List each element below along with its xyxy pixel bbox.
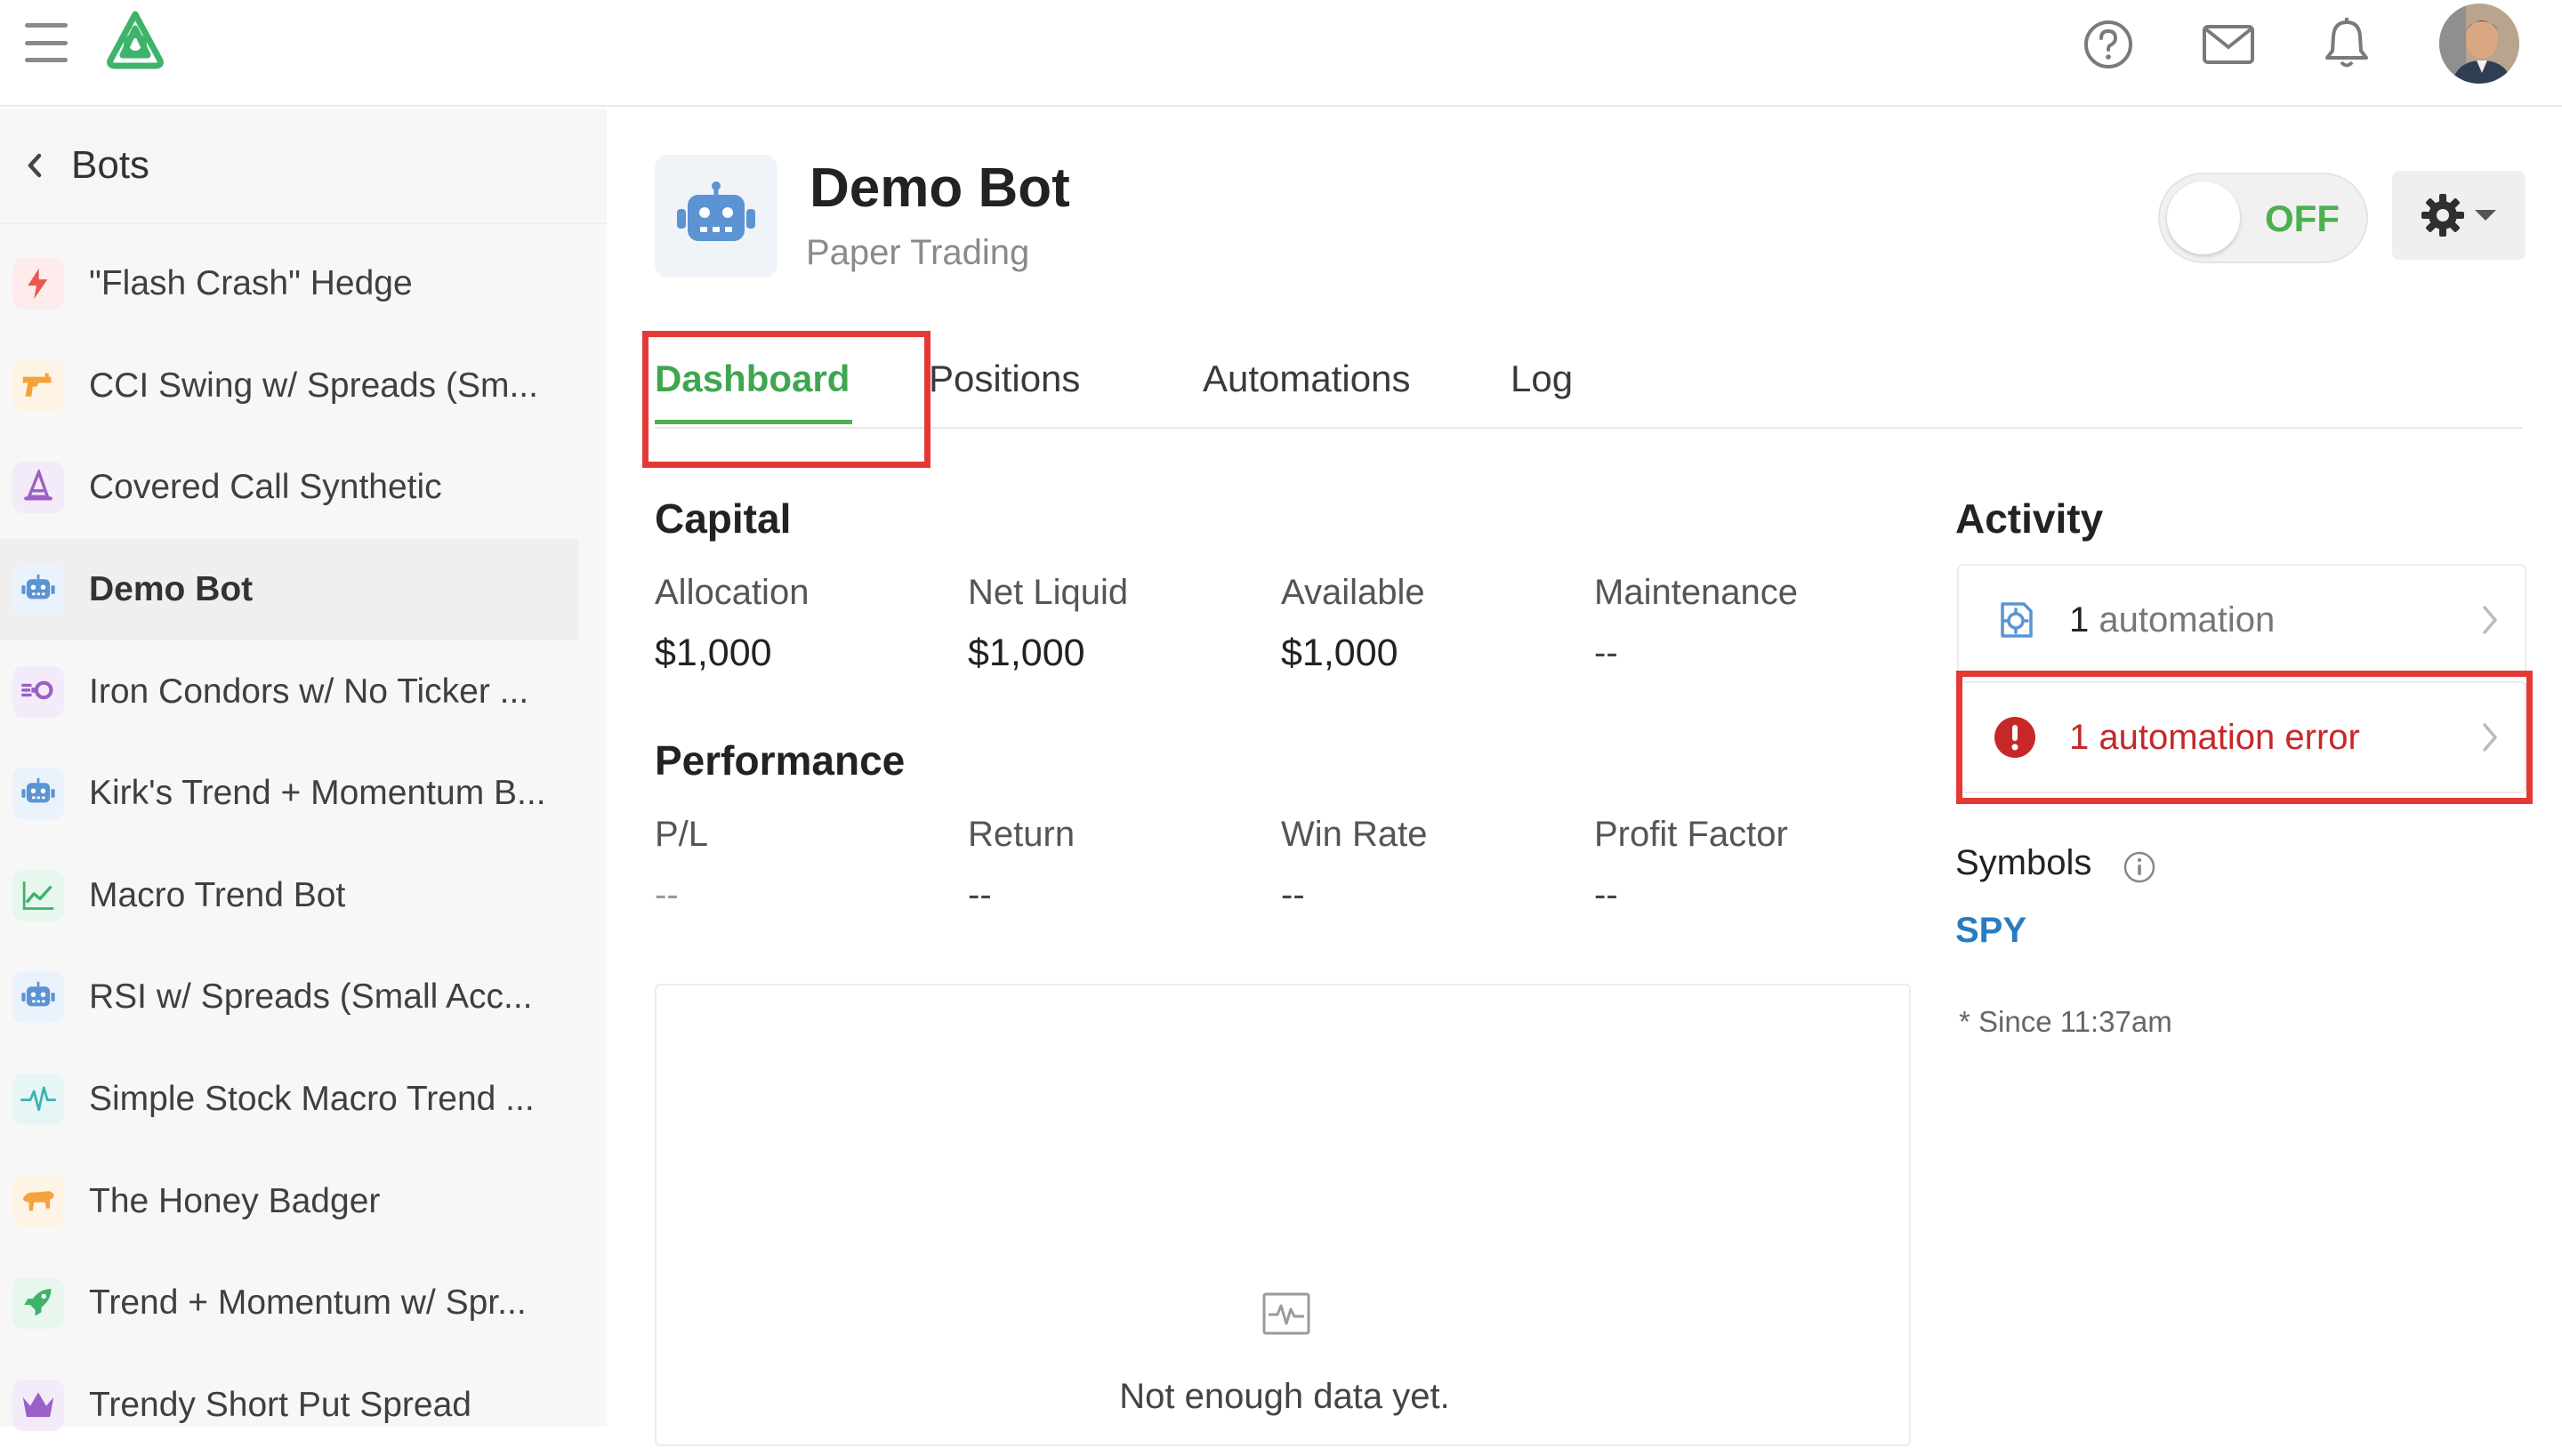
return-value: -- <box>968 875 992 914</box>
since-timestamp: * Since 11:37am <box>1959 1005 2172 1038</box>
bot-tabs: Dashboard Positions Automations Log <box>642 331 2523 468</box>
sidebar-item-label: "Flash Crash" Hedge <box>89 264 413 303</box>
automation-count-text: 1 automation <box>2069 600 2275 640</box>
pl-label: P/L <box>655 815 709 854</box>
info-icon[interactable] <box>2123 850 2156 884</box>
sidebar-title: Bots <box>71 143 150 187</box>
caret-down-icon <box>2475 210 2496 221</box>
available-value: $1,000 <box>1281 631 1398 674</box>
rocket-icon <box>12 1277 64 1330</box>
sidebar-item-label: CCI Swing w/ Spreads (Sm... <box>89 366 538 405</box>
robot-icon <box>655 155 777 278</box>
sidebar-item-10[interactable]: Trend + Momentum w/ Spr... <box>0 1252 578 1355</box>
robot-icon <box>12 564 64 616</box>
sidebar-item-label: Covered Call Synthetic <box>89 468 442 507</box>
performance-title: Performance <box>655 737 906 784</box>
net-liquid-value: $1,000 <box>968 631 1085 674</box>
return-label: Return <box>968 815 1076 854</box>
activity-title: Activity <box>1955 495 2104 542</box>
sidebar-item-label: The Honey Badger <box>89 1181 381 1220</box>
sidebar-item-label: Kirk's Trend + Momentum B... <box>89 774 546 813</box>
tab-automations[interactable]: Automations <box>1203 358 1410 400</box>
allocation-value: $1,000 <box>655 631 772 674</box>
toggle-label: OFF <box>2265 197 2340 239</box>
automation-label: automation <box>2099 599 2276 640</box>
pl-value: -- <box>655 875 679 914</box>
sidebar-item-6[interactable]: Macro Trend Bot <box>0 845 578 947</box>
binoculars-icon <box>12 665 64 718</box>
sidebar-item-4[interactable]: Iron Condors w/ No Ticker ... <box>0 640 578 743</box>
capital-title: Capital <box>655 495 792 542</box>
sidebar-item-3[interactable]: Demo Bot <box>0 538 578 641</box>
sidebar-item-9[interactable]: The Honey Badger <box>0 1150 578 1252</box>
bot-list: "Flash Crash" Hedge CCI Swing w/ Spreads … <box>0 233 578 1456</box>
chevron-left-icon <box>28 153 42 178</box>
maintenance-value: -- <box>1594 633 1618 672</box>
automation-count: 1 <box>2069 599 2090 640</box>
automation-gear-icon <box>1993 598 2037 642</box>
sidebar-back-header[interactable]: Bots <box>0 109 607 224</box>
profit-factor-value: -- <box>1594 875 1618 914</box>
robot-icon <box>12 971 64 1024</box>
sidebar-item-label: Simple Stock Macro Trend ... <box>89 1080 535 1119</box>
win-rate-value: -- <box>1281 875 1305 914</box>
mail-icon[interactable] <box>2201 21 2256 68</box>
gear-icon <box>2421 194 2464 237</box>
sidebar-item-label: Trend + Momentum w/ Spr... <box>89 1283 527 1323</box>
tab-positions[interactable]: Positions <box>929 358 1080 400</box>
gun-icon <box>12 359 64 412</box>
main-content: Demo Bot Paper Trading OFF Dashboard Pos… <box>608 109 2562 1446</box>
automations-card[interactable]: 1 automation <box>1957 564 2526 676</box>
menu-icon[interactable] <box>23 23 69 62</box>
bot-name: Demo Bot <box>810 157 1070 219</box>
sidebar-item-label: Macro Trend Bot <box>89 875 346 914</box>
robot-icon <box>12 768 64 820</box>
maintenance-label: Maintenance <box>1594 573 1799 612</box>
profit-factor-label: Profit Factor <box>1594 815 1788 854</box>
chevron-right-icon <box>2483 606 2497 634</box>
error-card-highlight <box>1956 671 2533 804</box>
app-logo[interactable] <box>100 9 171 73</box>
chart-empty-message: Not enough data yet. <box>1119 1377 1450 1416</box>
sidebar-item-2[interactable]: Covered Call Synthetic <box>0 437 578 539</box>
crown-icon <box>12 1379 64 1431</box>
toggle-knob <box>2167 181 2240 254</box>
badger-icon <box>12 1175 64 1227</box>
symbols-label: Symbols <box>1955 843 2092 882</box>
chart-placeholder-icon <box>1262 1292 1310 1335</box>
sidebar-item-label: RSI w/ Spreads (Small Acc... <box>89 977 533 1017</box>
help-icon[interactable] <box>2082 18 2135 71</box>
performance-chart-area: Not enough data yet. <box>655 984 1911 1446</box>
tab-log[interactable]: Log <box>1511 358 1573 400</box>
sidebar-item-8[interactable]: Simple Stock Macro Trend ... <box>0 1049 578 1151</box>
chart-line-icon <box>12 869 64 921</box>
bots-sidebar: Bots "Flash Crash" Hedge CCI Swing w/ Spr… <box>0 109 607 1431</box>
lightning-icon <box>12 258 64 310</box>
sidebar-item-5[interactable]: Kirk's Trend + Momentum B... <box>0 743 578 845</box>
win-rate-label: Win Rate <box>1281 815 1428 854</box>
sidebar-item-11[interactable]: Trendy Short Put Spread <box>0 1355 578 1456</box>
net-liquid-label: Net Liquid <box>968 573 1129 612</box>
dashboard-tab-highlight <box>642 331 931 468</box>
witch-hat-icon <box>12 462 64 514</box>
bot-subtitle: Paper Trading <box>806 233 1030 272</box>
sidebar-item-1[interactable]: CCI Swing w/ Spreads (Sm... <box>0 335 578 438</box>
allocation-label: Allocation <box>655 573 810 612</box>
sidebar-item-label: Iron Condors w/ No Ticker ... <box>89 672 529 711</box>
bell-icon[interactable] <box>2322 16 2372 71</box>
sidebar-item-0[interactable]: "Flash Crash" Hedge <box>0 233 578 335</box>
top-bar <box>0 0 2562 107</box>
settings-menu-button[interactable] <box>2392 171 2526 260</box>
pulse-icon <box>12 1074 64 1126</box>
sidebar-item-7[interactable]: RSI w/ Spreads (Small Acc... <box>0 946 578 1049</box>
user-avatar[interactable] <box>2439 4 2519 84</box>
bot-power-toggle[interactable]: OFF <box>2158 173 2368 263</box>
available-label: Available <box>1281 573 1425 612</box>
symbol-link-spy[interactable]: SPY <box>1955 911 2026 951</box>
sidebar-item-label: Trendy Short Put Spread <box>89 1385 471 1424</box>
sidebar-item-label: Demo Bot <box>89 570 254 609</box>
